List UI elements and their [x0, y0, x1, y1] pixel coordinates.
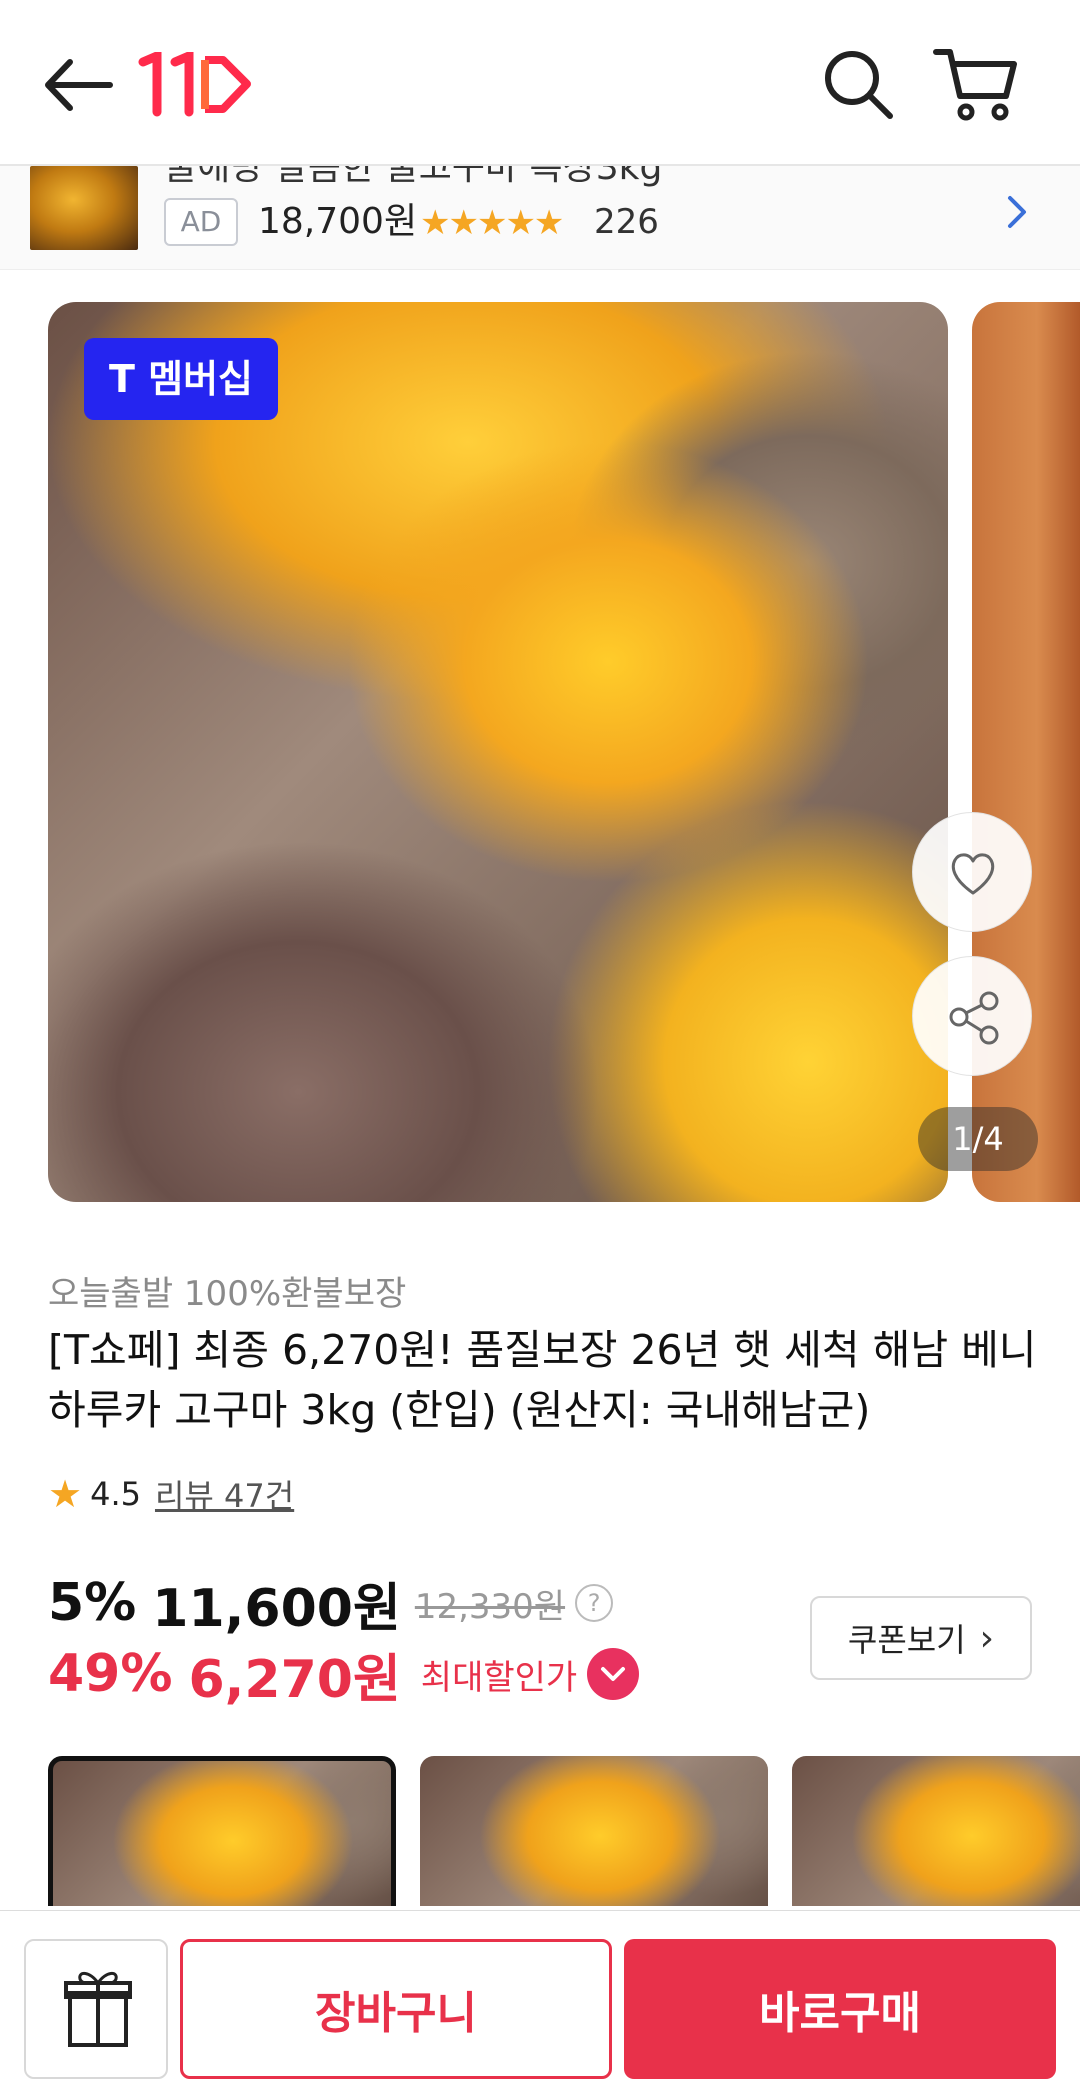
ad-review-count: 226	[594, 202, 659, 242]
product-main-image[interactable]	[48, 302, 948, 1202]
cart-icon	[933, 49, 1017, 121]
top-app-bar	[0, 0, 1080, 166]
cart-button[interactable]	[930, 44, 1020, 124]
rating-row: ★ 4.5 리뷰 47건	[48, 1466, 294, 1522]
review-link[interactable]: 리뷰 47건	[155, 1471, 294, 1517]
ad-thumbnail	[30, 166, 138, 250]
ad-price: 18,700원	[258, 201, 418, 242]
thumbnail-item[interactable]	[792, 1756, 1080, 1906]
search-icon	[825, 51, 893, 119]
product-subtitle: 오늘출발 100%환불보장	[48, 1274, 407, 1314]
heart-icon	[951, 853, 995, 895]
buy-now-button[interactable]: 바로구매	[624, 1939, 1056, 2079]
max-discount-price: 6,270원	[188, 1649, 401, 1710]
chevron-right-icon[interactable]	[998, 182, 1038, 242]
thumbnail-item[interactable]	[48, 1756, 396, 1906]
gift-button[interactable]	[24, 1939, 168, 2079]
logo-11st[interactable]	[135, 49, 255, 117]
wishlist-button[interactable]	[912, 812, 1032, 932]
max-discount-label: 최대할인가	[420, 1657, 578, 1698]
original-price: 12,330원	[414, 1586, 566, 1627]
thumbnail-item[interactable]	[420, 1756, 768, 1906]
help-icon[interactable]: ?	[575, 1584, 614, 1622]
share-button[interactable]	[912, 956, 1032, 1076]
ad-banner[interactable]: 꿀애방 달콤한 꿀고구마 특상3kg AD 18,700원 ★★★★★ 226	[0, 166, 1080, 270]
price-row: 5% 11,600원 12,330원 ?	[48, 1568, 614, 1639]
ad-tag: AD	[164, 198, 238, 246]
chevron-right-icon: ›	[979, 1617, 995, 1659]
gift-icon	[64, 1972, 132, 2047]
search-button[interactable]	[818, 44, 898, 124]
coupon-label: 쿠폰보기	[847, 1621, 966, 1659]
max-discount-percent: 49%	[48, 1644, 173, 1704]
share-icon	[949, 991, 999, 1045]
add-to-cart-button[interactable]: 장바구니	[180, 1939, 612, 2079]
rating-value: 4.5	[90, 1475, 141, 1513]
ad-title: 꿀애방 달콤한 꿀고구마 특상3kg	[164, 166, 663, 188]
back-button[interactable]	[40, 50, 120, 120]
max-discount-row: 49% 6,270원 최대할인가	[48, 1638, 640, 1710]
image-counter: 1/4	[918, 1107, 1038, 1171]
chevron-down-icon[interactable]	[587, 1648, 640, 1700]
star-icon: ★	[48, 1472, 83, 1516]
ad-rating-stars: ★★★★★	[420, 203, 564, 243]
sale-price: 11,600원	[152, 1578, 401, 1639]
arrow-left-icon	[45, 59, 113, 111]
discount-percent: 5%	[48, 1573, 137, 1633]
membership-badge: T 멤버십	[84, 338, 278, 420]
thumbnail-strip	[0, 1756, 1080, 1906]
bottom-action-bar: 장바구니 바로구매	[0, 1910, 1080, 2099]
coupon-button[interactable]: 쿠폰보기 ›	[810, 1596, 1032, 1680]
product-title: [T쇼페] 최종 6,270원! 품질보장 26년 햇 세척 해남 베니하루카 …	[48, 1326, 1037, 1434]
